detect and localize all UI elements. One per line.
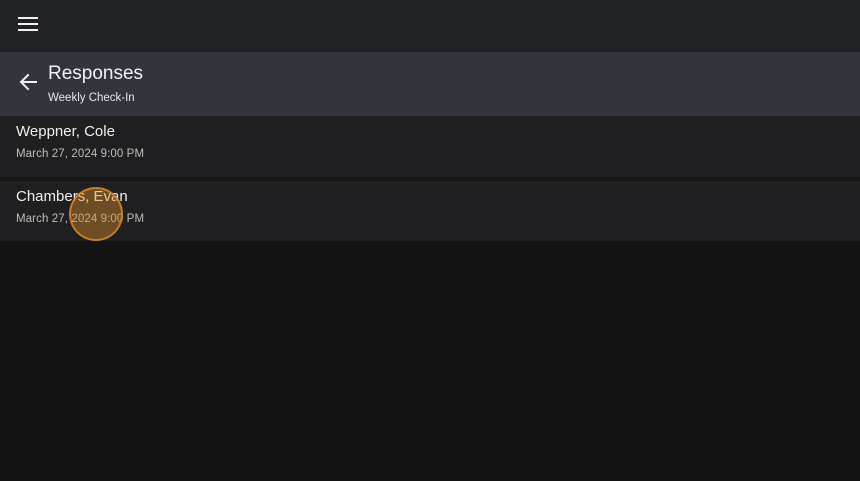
page-subtitle: Weekly Check-In: [48, 92, 135, 104]
page-title: Responses: [48, 63, 144, 84]
respondent-name: Chambers, Evan: [16, 188, 128, 205]
response-row[interactable]: Weppner, Cole March 27, 2024 9:00 PM: [0, 116, 860, 181]
respondent-name: Weppner, Cole: [16, 123, 115, 140]
arrow-left-icon: [19, 73, 37, 96]
response-date: March 27, 2024 9:00 PM: [16, 213, 145, 225]
app-bar: [0, 0, 860, 52]
response-row[interactable]: Chambers, Evan March 27, 2024 9:00 PM: [0, 181, 860, 241]
back-button[interactable]: [14, 70, 42, 98]
response-date: March 27, 2024 9:00 PM: [16, 148, 145, 160]
menu-button[interactable]: [14, 12, 42, 40]
responses-list: Weppner, Cole March 27, 2024 9:00 PM Cha…: [0, 116, 860, 241]
page-header: Responses Weekly Check-In: [0, 52, 860, 116]
hamburger-menu-icon: [18, 16, 38, 36]
